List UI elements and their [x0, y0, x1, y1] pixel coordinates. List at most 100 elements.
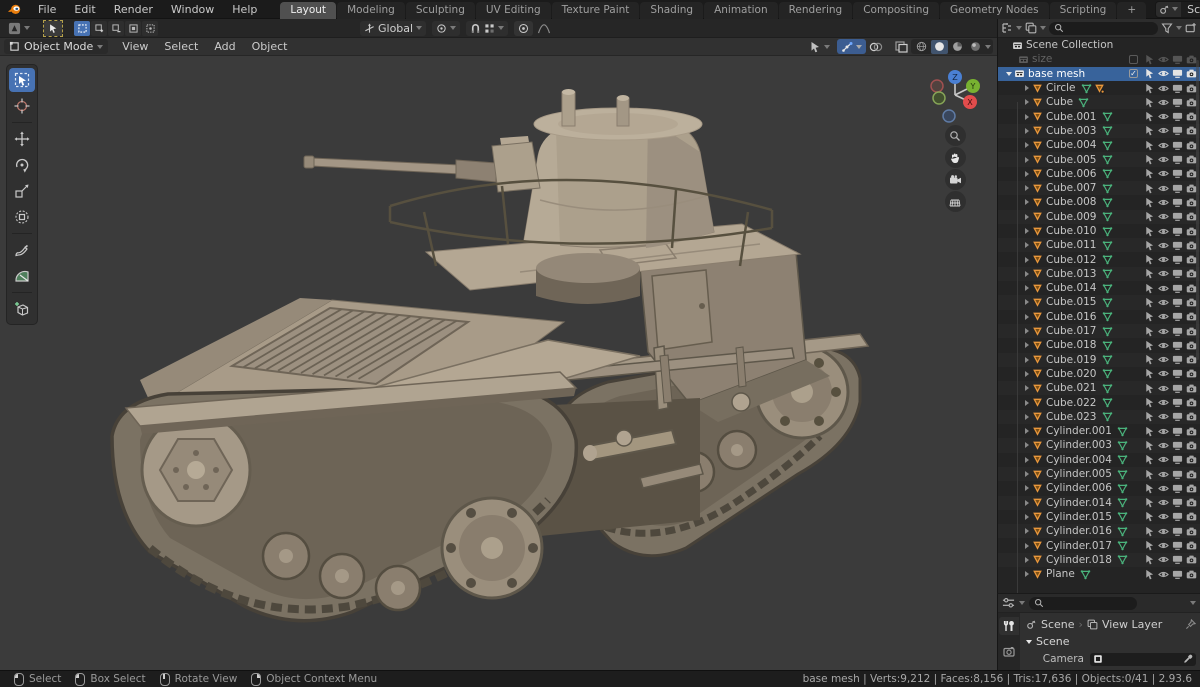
scene-name-field[interactable]: Scene [1181, 1, 1200, 17]
viewport-disable-icon[interactable] [1172, 83, 1183, 94]
outliner-object-row[interactable]: Cube.014 [998, 281, 1200, 295]
disclosure-icon[interactable] [1022, 213, 1032, 220]
exclude-checkbox[interactable]: ✓ [1129, 69, 1138, 79]
outliner-scrollbar[interactable] [1196, 60, 1199, 360]
tank-3d-model[interactable] [0, 56, 997, 670]
tool-select-box[interactable] [9, 68, 35, 92]
breadcrumb-view-layer[interactable]: View Layer [1102, 618, 1162, 631]
workspace-tab[interactable]: Rendering [778, 1, 853, 19]
filter-icon[interactable] [1161, 22, 1173, 34]
selectable-icon[interactable] [1144, 183, 1155, 194]
viewport-menu-item[interactable]: Select [156, 40, 206, 53]
pan-button[interactable] [944, 147, 966, 168]
disclosure-icon[interactable] [1022, 270, 1032, 277]
viewport-disable-icon[interactable] [1172, 268, 1183, 279]
workspace-tab[interactable]: Texture Paint [551, 1, 640, 19]
hide-eye-icon[interactable] [1158, 397, 1169, 408]
camera-view-button[interactable] [944, 169, 966, 190]
viewport-menu-item[interactable]: Add [206, 40, 243, 53]
workspace-tab[interactable]: Geometry Nodes [940, 1, 1049, 19]
viewport-disable-icon[interactable] [1172, 254, 1183, 265]
shading-solid-button[interactable] [931, 39, 948, 54]
render-disable-icon[interactable] [1186, 397, 1197, 408]
tool-scale[interactable] [9, 179, 35, 203]
viewport-disable-icon[interactable] [1172, 168, 1183, 179]
render-disable-icon[interactable] [1186, 526, 1197, 537]
outliner-object-row[interactable]: Cylinder.015 [998, 510, 1200, 524]
chevron-down-icon[interactable] [1190, 601, 1196, 605]
hide-eye-icon[interactable] [1158, 140, 1169, 151]
hide-eye-icon[interactable] [1158, 340, 1169, 351]
disclosure-icon[interactable] [1022, 399, 1032, 406]
outliner-object-row[interactable]: Cube.001 [998, 109, 1200, 123]
outliner-object-row[interactable]: Cube.008 [998, 195, 1200, 209]
render-disable-icon[interactable] [1186, 569, 1197, 580]
exclude-checkbox[interactable] [1129, 54, 1138, 64]
selectable-icon[interactable] [1144, 469, 1155, 480]
selectable-icon[interactable] [1144, 526, 1155, 537]
hide-eye-icon[interactable] [1158, 268, 1169, 279]
disclosure-icon[interactable] [1022, 85, 1032, 92]
selectable-icon[interactable] [1144, 483, 1155, 494]
hide-eye-icon[interactable] [1158, 297, 1169, 308]
viewport-disable-icon[interactable] [1172, 440, 1183, 451]
disclosure-icon[interactable] [1022, 328, 1032, 335]
hide-eye-icon[interactable] [1158, 168, 1169, 179]
render-disable-icon[interactable] [1186, 511, 1197, 522]
render-disable-icon[interactable] [1186, 426, 1197, 437]
outliner-object-row[interactable]: Cylinder.017 [998, 538, 1200, 552]
tool-transform[interactable] [9, 205, 35, 229]
disclosure-icon[interactable] [1022, 342, 1032, 349]
disclosure-icon[interactable] [1022, 556, 1032, 563]
selectable-icon[interactable] [1144, 268, 1155, 279]
orientation-gizmo[interactable]: Z Y X [929, 68, 981, 124]
pivot-point-dropdown[interactable] [432, 20, 461, 36]
viewport-disable-icon[interactable] [1172, 354, 1183, 365]
selectable-icon[interactable] [1144, 240, 1155, 251]
outliner-object-row[interactable]: Cube.016 [998, 310, 1200, 324]
render-disable-icon[interactable] [1186, 554, 1197, 565]
hide-eye-icon[interactable] [1158, 83, 1169, 94]
selectable-icon[interactable] [1144, 454, 1155, 465]
select-mode-subtract-button[interactable] [108, 20, 124, 36]
camera-object-field[interactable] [1090, 652, 1196, 666]
outliner-object-row[interactable]: Cylinder.006 [998, 481, 1200, 495]
shading-rendered-button[interactable] [967, 40, 984, 54]
disclosure-icon[interactable] [1022, 228, 1032, 234]
proportional-falloff-icon[interactable] [537, 23, 551, 34]
hide-eye-icon[interactable] [1158, 154, 1169, 165]
hide-eye-icon[interactable] [1158, 497, 1169, 508]
viewport-disable-icon[interactable] [1172, 554, 1183, 565]
selectable-icon[interactable] [1144, 254, 1155, 265]
workspace-tab[interactable]: Modeling [337, 1, 405, 19]
selectable-icon[interactable] [1144, 311, 1155, 322]
viewport-disable-icon[interactable] [1172, 340, 1183, 351]
viewport-disable-icon[interactable] [1172, 411, 1183, 422]
tab-tool[interactable] [999, 617, 1019, 635]
scene-selector[interactable]: Scene ✕ [1155, 0, 1200, 18]
scene-panel-header[interactable]: Scene [1026, 634, 1196, 649]
workspace-tab[interactable]: Shading [640, 1, 704, 19]
outliner-object-row[interactable]: Cube.006 [998, 167, 1200, 181]
outliner-object-row[interactable]: Cube.017 [998, 323, 1200, 339]
selectable-icon[interactable] [1144, 140, 1155, 151]
snap-magnet-icon[interactable] [470, 23, 481, 34]
viewport-disable-icon[interactable] [1172, 569, 1183, 580]
selectable-icon[interactable] [1144, 97, 1155, 108]
selectable-icon[interactable] [1144, 368, 1155, 379]
disclosure-icon[interactable] [1022, 299, 1032, 306]
outliner-object-row[interactable]: Cube.010 [998, 224, 1200, 238]
outliner-object-row[interactable]: Cylinder.018 [998, 552, 1200, 567]
hide-eye-icon[interactable] [1158, 540, 1169, 551]
properties-search-input[interactable] [1029, 596, 1137, 610]
selectable-icon[interactable] [1144, 340, 1155, 351]
render-disable-icon[interactable] [1186, 540, 1197, 551]
workspace-tab[interactable]: Sculpting [405, 1, 475, 19]
selectable-icon[interactable] [1144, 497, 1155, 508]
outliner-object-row[interactable]: Plane [998, 567, 1200, 581]
viewport-disable-icon[interactable] [1172, 183, 1183, 194]
selectable-icon[interactable] [1144, 83, 1155, 94]
workspace-tab[interactable]: + [1117, 1, 1147, 19]
tool-add-cube[interactable] [9, 297, 35, 321]
disclosure-icon[interactable] [1022, 156, 1032, 163]
